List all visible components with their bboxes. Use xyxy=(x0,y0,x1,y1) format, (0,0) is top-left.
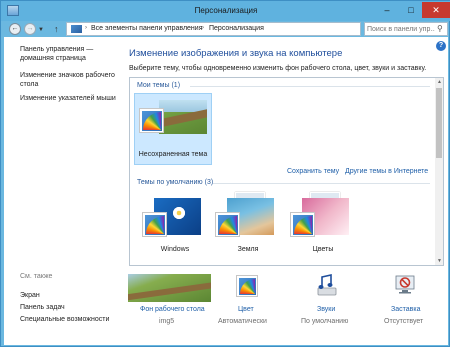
sounds-link[interactable]: Звуки xyxy=(317,306,335,313)
color-palette-icon xyxy=(139,108,164,133)
scroll-up-icon[interactable]: ▲ xyxy=(437,79,442,85)
screensaver-link[interactable]: Заставка xyxy=(391,306,420,313)
theme-name: Земля xyxy=(237,246,259,253)
screensaver-icon[interactable] xyxy=(394,274,416,296)
screensaver-value: Отсутствует xyxy=(384,318,424,325)
breadcrumb-personalization[interactable]: Персонализация xyxy=(209,25,264,32)
see-also-heading: См. также xyxy=(20,273,53,280)
up-icon[interactable]: ↑ xyxy=(54,23,59,35)
help-icon[interactable]: ? xyxy=(436,41,446,51)
save-theme-link[interactable]: Сохранить тему xyxy=(287,168,339,175)
sidebar-link-home[interactable]: Панель управления — xyxy=(20,45,93,54)
group-divider xyxy=(190,86,430,87)
color-palette-icon[interactable] xyxy=(236,275,258,297)
address-bar: ← → ▼ ↑ › Все элементы панели управления… xyxy=(4,21,448,37)
color-palette-icon xyxy=(142,212,167,237)
color-link[interactable]: Цвет xyxy=(238,306,254,313)
my-themes-label: Мои темы (1) xyxy=(137,82,181,89)
close-button[interactable]: ✕ xyxy=(422,2,450,18)
see-also-display[interactable]: Экран xyxy=(20,291,40,300)
color-palette-icon xyxy=(215,212,240,237)
theme-thumbnail xyxy=(159,100,207,134)
desktop-background-link[interactable]: Фон рабочего стола xyxy=(140,306,205,313)
theme-flowers[interactable]: Цветы xyxy=(288,190,358,262)
sounds-icon[interactable] xyxy=(316,274,338,298)
sidebar-link-desktop-icons-2[interactable]: стола xyxy=(20,80,38,89)
group-divider xyxy=(213,183,430,184)
theme-name: Windows xyxy=(160,246,190,253)
scroll-thumb[interactable] xyxy=(436,88,442,158)
scrollbar[interactable]: ▲ ▼ xyxy=(435,78,443,265)
scroll-down-icon[interactable]: ▼ xyxy=(437,258,442,264)
sidebar-link-desktop-icons[interactable]: Изменение значков рабочего xyxy=(20,71,115,80)
personalization-window: Персонализация – □ ✕ ← → ▼ ↑ › Все элеме… xyxy=(0,0,450,347)
theme-earth[interactable]: Земля xyxy=(213,190,283,262)
minimize-button[interactable]: – xyxy=(376,2,398,18)
forward-icon[interactable]: → xyxy=(24,23,36,35)
default-themes-label: Темы по умолчанию (3) xyxy=(137,179,214,186)
chevron-right-icon[interactable]: › xyxy=(202,25,204,31)
desktop-background-thumbnail[interactable] xyxy=(128,274,211,302)
desktop-background-value: img5 xyxy=(159,318,175,325)
back-icon[interactable]: ← xyxy=(9,23,21,35)
sidebar-link-mouse-pointers[interactable]: Изменение указателей мыши xyxy=(20,94,116,103)
search-box[interactable]: ⚲ xyxy=(364,22,448,36)
content-area: ? Панель управления — домашняя страница … xyxy=(4,37,448,345)
chevron-right-icon[interactable]: › xyxy=(85,25,87,31)
sidebar-link-home-2[interactable]: домашняя страница xyxy=(20,54,86,63)
maximize-button[interactable]: □ xyxy=(400,2,422,18)
page-description: Выберите тему, чтобы одновременно измени… xyxy=(129,65,427,72)
theme-windows[interactable]: Windows xyxy=(140,190,210,262)
color-palette-icon xyxy=(290,212,315,237)
search-icon[interactable]: ⚲ xyxy=(437,24,443,33)
recent-pages-icon[interactable]: ▼ xyxy=(38,24,44,36)
theme-unsaved[interactable]: Несохраненная тема xyxy=(134,93,212,165)
control-panel-icon xyxy=(71,25,82,33)
see-also-accessibility[interactable]: Специальные возможности xyxy=(20,315,109,324)
more-themes-link[interactable]: Другие темы в Интернете xyxy=(345,168,428,175)
breadcrumb[interactable]: › Все элементы панели управления › Персо… xyxy=(66,22,423,36)
theme-name: Цветы xyxy=(312,246,334,253)
see-also-taskbar[interactable]: Панель задач xyxy=(20,303,65,312)
color-value: Автоматически xyxy=(218,318,267,325)
sounds-value: По умолчанию xyxy=(301,318,349,325)
theme-name: Несохраненная тема xyxy=(138,151,208,158)
title-bar[interactable]: Персонализация – □ ✕ xyxy=(1,1,450,21)
page-title: Изменение изображения и звука на компьют… xyxy=(129,48,343,59)
search-input[interactable] xyxy=(367,24,435,34)
theme-list[interactable]: Мои темы (1) Несохраненная тема Сохранит… xyxy=(129,77,444,266)
breadcrumb-all-items[interactable]: Все элементы панели управления xyxy=(91,25,202,32)
